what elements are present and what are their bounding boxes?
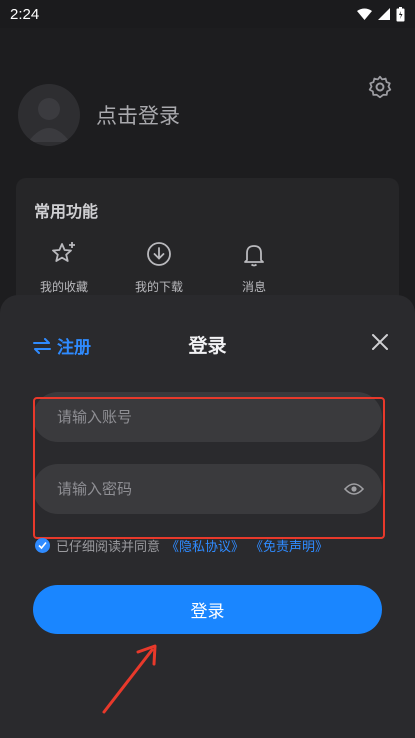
user-silhouette-icon	[28, 98, 70, 142]
agreement-row: 已仔细阅读并同意 《隐私协议》 《免责声明》	[35, 536, 328, 555]
privacy-link[interactable]: 《隐私协议》	[166, 536, 244, 555]
status-bar: 2:24	[0, 0, 415, 28]
login-button[interactable]: 登录	[33, 585, 382, 634]
feature-label: 我的收藏	[39, 280, 88, 294]
wifi-icon	[357, 8, 372, 20]
feature-label: 我的下载	[134, 280, 183, 294]
star-plus-icon	[52, 242, 75, 262]
disclaimer-link[interactable]: 《免责声明》	[250, 536, 328, 555]
download-icon	[147, 242, 171, 266]
status-time: 2:24	[10, 5, 40, 23]
account-field[interactable]	[33, 392, 382, 442]
login-sheet: 注册 登录 已仔细阅读并同意 《隐私协议》 《免责声明》 登录	[0, 295, 415, 738]
password-field[interactable]	[33, 464, 382, 514]
agree-text: 已仔细阅读并同意	[56, 540, 161, 555]
bell-icon	[244, 245, 264, 267]
signal-icon	[378, 8, 390, 20]
close-icon[interactable]	[371, 333, 389, 351]
feature-downloads[interactable]: 我的下载	[124, 240, 194, 295]
check-icon	[38, 541, 47, 550]
features-title: 常用功能	[34, 202, 99, 221]
feature-favorites[interactable]: 我的收藏	[29, 240, 99, 295]
annotation-arrow-icon	[102, 644, 157, 714]
eye-icon[interactable]	[344, 482, 364, 496]
feature-messages[interactable]: 消息	[219, 240, 289, 295]
feature-label: 消息	[241, 280, 266, 294]
profile-header[interactable]: 点击登录	[18, 84, 180, 146]
login-prompt[interactable]: 点击登录	[96, 100, 180, 130]
battery-icon	[396, 6, 405, 21]
account-input[interactable]	[55, 407, 364, 427]
agree-checkbox[interactable]	[35, 538, 50, 553]
password-input[interactable]	[55, 479, 344, 499]
sheet-title: 登录	[188, 335, 227, 357]
gear-icon[interactable]	[367, 74, 393, 100]
avatar[interactable]	[18, 84, 80, 146]
status-icons	[357, 6, 405, 22]
